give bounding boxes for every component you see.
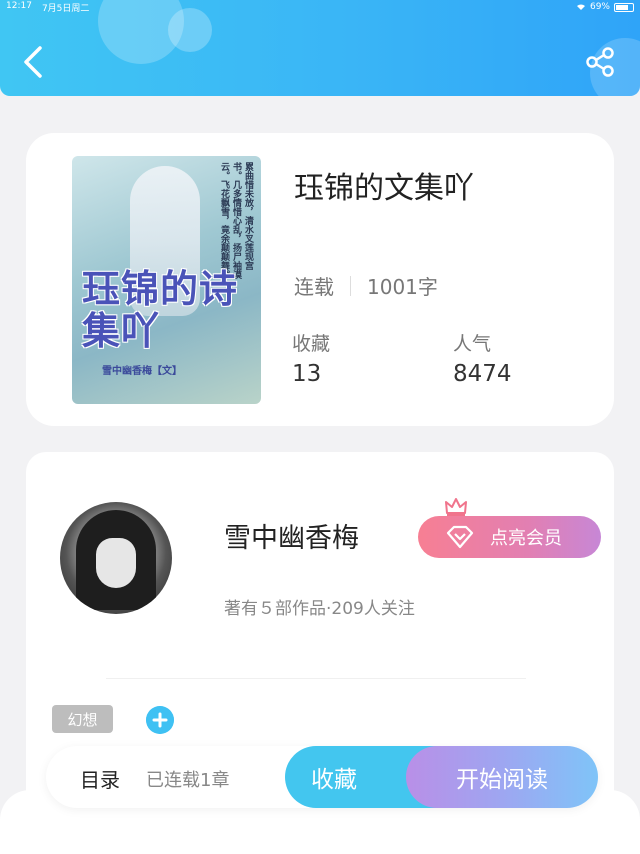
popularity-count: 8474 bbox=[453, 361, 512, 387]
diamond-icon bbox=[446, 525, 474, 549]
share-icon[interactable] bbox=[584, 46, 616, 78]
serial-status: 连载 bbox=[294, 275, 334, 299]
favorites-label: 收藏 bbox=[292, 333, 331, 355]
status-date: 7月5日周二 bbox=[41, 3, 90, 14]
vip-button[interactable]: 点亮会员 bbox=[418, 516, 601, 558]
battery-icon bbox=[614, 2, 634, 12]
action-bar: 目录 已连载1章 收藏 开始阅读 bbox=[46, 746, 598, 808]
word-count: 1001字 bbox=[367, 275, 438, 299]
avatar-face bbox=[96, 538, 136, 588]
avatar[interactable] bbox=[60, 502, 172, 614]
book-cover[interactable]: 累曲惜未放，清水叉莲现宫书。几多情惜心乱，扬尸袖漠云。飞花飘雪，竟余颠颠舞。 珏… bbox=[72, 156, 261, 404]
cover-author: 雪中幽香梅【文】 bbox=[102, 366, 182, 377]
author-name[interactable]: 雪中幽香梅 bbox=[224, 516, 359, 555]
favorites-count: 13 bbox=[292, 361, 322, 387]
plus-icon[interactable] bbox=[146, 706, 174, 734]
wifi-icon bbox=[576, 4, 585, 10]
chevron-left-icon[interactable] bbox=[20, 44, 48, 80]
battery-percent: 69% bbox=[589, 2, 610, 12]
book-info-card: 累曲惜未放，清水叉莲现宫书。几多情惜心乱，扬尸袖漠云。飞花飘雪，竟余颠颠舞。 珏… bbox=[26, 133, 614, 426]
popularity-label: 人气 bbox=[453, 333, 492, 355]
start-reading-button[interactable]: 开始阅读 bbox=[406, 746, 598, 808]
header-bar: 12:17 7月5日周二 69% bbox=[0, 0, 640, 96]
start-reading-label: 开始阅读 bbox=[456, 767, 548, 793]
cover-title: 珏锦的诗集吖 bbox=[82, 266, 239, 353]
meta-divider bbox=[350, 275, 351, 296]
cover-verse: 累曲惜未放，清水叉莲现宫书。几多情惜心乱，扬尸袖漠云。飞花飘雪，竟余颠颠舞。 bbox=[219, 162, 253, 279]
toc-button[interactable]: 目录 bbox=[80, 764, 120, 793]
author-stats: 著有５部作品·209人关注 bbox=[224, 599, 415, 619]
favorite-button-label: 收藏 bbox=[311, 767, 357, 793]
vip-button-label: 点亮会员 bbox=[490, 528, 562, 549]
serial-chapters: 已连载1章 bbox=[146, 770, 230, 791]
book-meta: 连载 1001字 bbox=[294, 271, 438, 300]
tag-chip[interactable]: 幻想 bbox=[52, 705, 113, 733]
status-bar: 12:17 7月5日周二 69% bbox=[0, 0, 640, 14]
divider bbox=[106, 678, 526, 679]
status-time: 12:17 bbox=[6, 0, 32, 11]
crown-icon bbox=[445, 498, 467, 516]
book-title: 珏锦的文集吖 bbox=[294, 171, 474, 206]
decorative-bubble bbox=[168, 8, 212, 52]
